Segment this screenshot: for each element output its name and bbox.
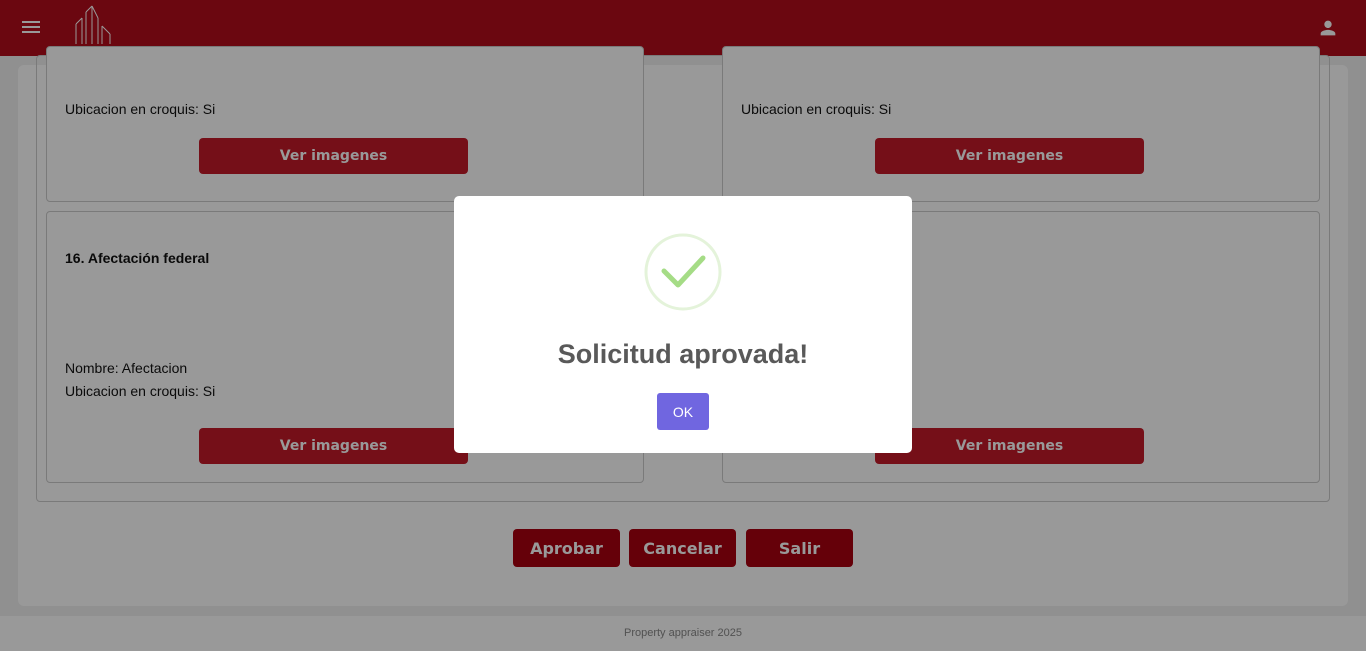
dialog-title: Solicitud aprovada! bbox=[557, 339, 809, 369]
ok-button[interactable]: OK bbox=[657, 393, 709, 430]
success-check-icon bbox=[643, 232, 723, 312]
success-dialog: Solicitud aprovada! OK bbox=[454, 196, 912, 453]
